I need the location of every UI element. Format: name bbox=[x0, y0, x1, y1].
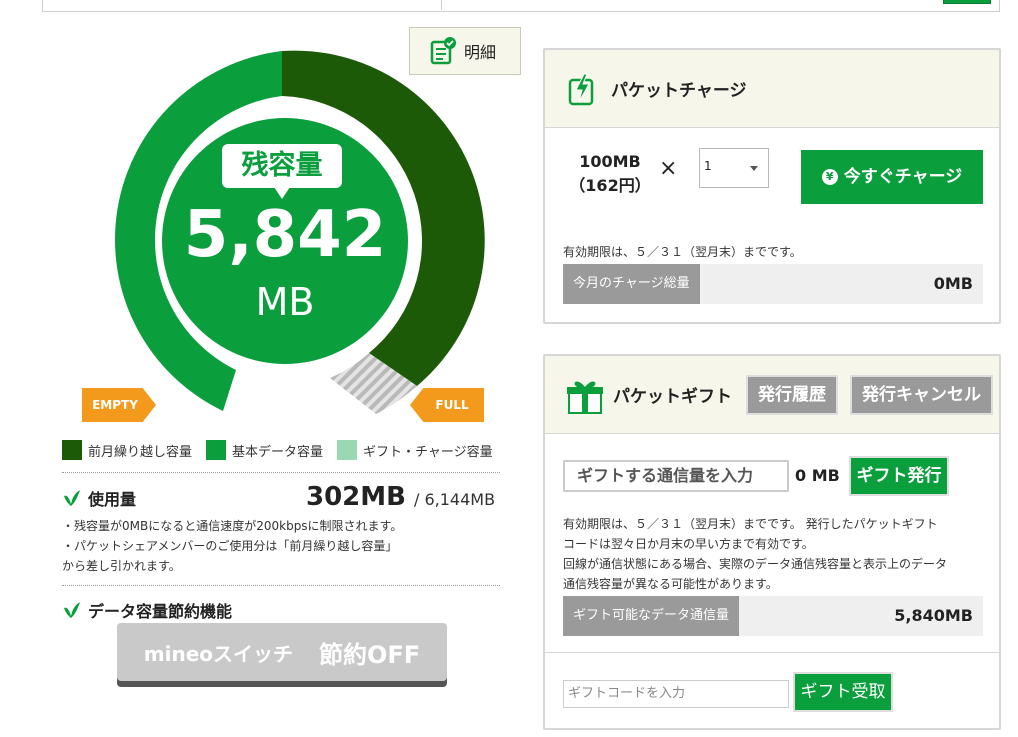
legend-label-carryover: 前月繰り越し容量 bbox=[88, 444, 193, 460]
legend-carryover: 前月繰り越し容量 bbox=[62, 440, 192, 460]
remaining-value: 5,842 bbox=[183, 198, 387, 272]
charge-amount-price: （162円） bbox=[569, 176, 651, 195]
battery-charge-icon bbox=[568, 73, 594, 105]
leaf-icon bbox=[64, 602, 80, 618]
saving-title: データ容量節約機能 bbox=[62, 598, 232, 622]
yen-icon: ¥ bbox=[821, 169, 838, 185]
legend-swatch-gift bbox=[337, 440, 358, 460]
usage-note: から差し引かれます。 bbox=[62, 559, 181, 573]
gift-box-icon bbox=[567, 381, 603, 414]
charge-quantity-value: 1 bbox=[704, 159, 712, 173]
empty-badge: EMPTY bbox=[82, 388, 156, 422]
gift-amount-input[interactable]: ギフトする通信量を入力 bbox=[563, 460, 789, 492]
divider bbox=[62, 472, 500, 473]
gift-available-label: ギフト可能なデータ通信量 bbox=[563, 596, 740, 636]
gift-history-button[interactable]: 発行履歴 bbox=[746, 374, 838, 415]
gift-note: 有効期限は、５／３１（翌月末）までです。 発行したパケットギフト bbox=[563, 517, 938, 531]
gauge-legend: 前月繰り越し容量 基本データ容量 ギフト・チャージ容量 bbox=[62, 440, 502, 460]
full-badge: FULL bbox=[410, 388, 484, 422]
gift-amount-unit: 0 MB bbox=[795, 466, 840, 485]
divider bbox=[545, 652, 999, 653]
gift-notes: 有効期限は、５／３１（翌月末）までです。 発行したパケットギフト コードは翌々日… bbox=[563, 514, 993, 594]
switch-brand-label: mineoスイッチ bbox=[143, 641, 294, 666]
charge-quantity-select[interactable]: 1 bbox=[699, 148, 769, 188]
charge-panel-header: パケットチャージ bbox=[545, 50, 999, 128]
saving-switch-button[interactable]: mineoスイッチ 節約OFF bbox=[117, 623, 447, 681]
gift-cancel-button[interactable]: 発行キャンセル bbox=[850, 374, 993, 415]
top-green-button-edge[interactable] bbox=[943, 0, 991, 4]
legend-swatch-carryover bbox=[62, 440, 82, 460]
usage-notes: ・残容量が0MBになると通信速度が200kbpsに制限されます。 ・パケットシェ… bbox=[62, 516, 502, 576]
detail-button[interactable]: 明細 bbox=[409, 27, 521, 75]
gift-available-bar: ギフト可能なデータ通信量 5,840MB bbox=[563, 596, 983, 636]
charge-amount-size: 100MB bbox=[579, 152, 641, 171]
charge-total-label: 今月のチャージ総量 bbox=[563, 264, 700, 304]
remaining-unit: MB bbox=[255, 280, 315, 324]
usage-title: 使用量 bbox=[62, 486, 136, 510]
charge-total-bar: 今月のチャージ総量 0MB bbox=[563, 264, 983, 304]
gift-note: 回線が通信状態にある場合、実際のデータ通信残容量と表示上のデータ bbox=[563, 557, 948, 571]
usage-title-text: 使用量 bbox=[88, 490, 137, 509]
usage-total: / 6,144MB bbox=[414, 490, 496, 509]
gift-code-input[interactable]: ギフトコードを入力 bbox=[563, 680, 789, 708]
charge-now-label: 今すぐチャージ bbox=[843, 167, 963, 187]
remaining-label: 残容量 bbox=[222, 144, 342, 199]
gift-note: 通信残容量が異なる可能性があります。 bbox=[563, 577, 778, 591]
packet-charge-panel: パケットチャージ 100MB （162円） × 1 ¥ 今すぐチャージ 有効期限は… bbox=[543, 48, 1001, 324]
legend-swatch-basic bbox=[206, 440, 227, 460]
capacity-gauge: 残容量 5,842 MB EMPTY FULL bbox=[80, 40, 490, 430]
legend-label-gift: ギフト・チャージ容量 bbox=[363, 444, 493, 460]
divider bbox=[62, 585, 500, 586]
charge-panel-title: パケットチャージ bbox=[611, 81, 747, 101]
usage-note: ・残容量が0MBになると通信速度が200kbpsに制限されます。 bbox=[62, 519, 403, 533]
charge-now-button[interactable]: ¥ 今すぐチャージ bbox=[801, 150, 983, 204]
charge-amount: 100MB （162円） bbox=[565, 150, 655, 198]
leaf-icon bbox=[64, 490, 80, 506]
charge-expiry-note: 有効期限は、５／３１（翌月末）までです。 bbox=[563, 245, 802, 259]
legend-label-basic: 基本データ容量 bbox=[232, 444, 324, 460]
packet-gift-panel: パケットギフト 発行履歴 発行キャンセル ギフトする通信量を入力 0 MB ギフ… bbox=[543, 354, 1001, 730]
checklist-icon bbox=[430, 37, 456, 65]
gift-note: コードは翌々日か月末の早い方まで有効です。 bbox=[563, 537, 814, 551]
usage-value: 302MB bbox=[306, 482, 406, 512]
gift-available-value: 5,840MB bbox=[894, 606, 973, 625]
gift-panel-header: パケットギフト 発行履歴 発行キャンセル bbox=[545, 356, 999, 434]
usage-note: ・パケットシェアメンバーのご使用分は「前月繰り越し容量」 bbox=[62, 539, 398, 553]
saving-title-text: データ容量節約機能 bbox=[88, 602, 233, 621]
legend-basic: 基本データ容量 bbox=[206, 440, 323, 460]
gift-panel-title: パケットギフト bbox=[613, 387, 732, 407]
legend-gift: ギフト・チャージ容量 bbox=[337, 440, 493, 460]
charge-total-value: 0MB bbox=[933, 274, 973, 293]
top-panel-divider bbox=[441, 0, 442, 10]
detail-button-label: 明細 bbox=[464, 43, 497, 62]
times-sign: × bbox=[659, 156, 678, 181]
top-panel-edge bbox=[42, 0, 1000, 12]
gift-receive-button[interactable]: ギフト受取 bbox=[793, 672, 893, 712]
switch-state-label: 節約OFF bbox=[319, 640, 421, 669]
gift-issue-button[interactable]: ギフト発行 bbox=[849, 456, 949, 496]
chevron-down-icon bbox=[750, 166, 758, 171]
